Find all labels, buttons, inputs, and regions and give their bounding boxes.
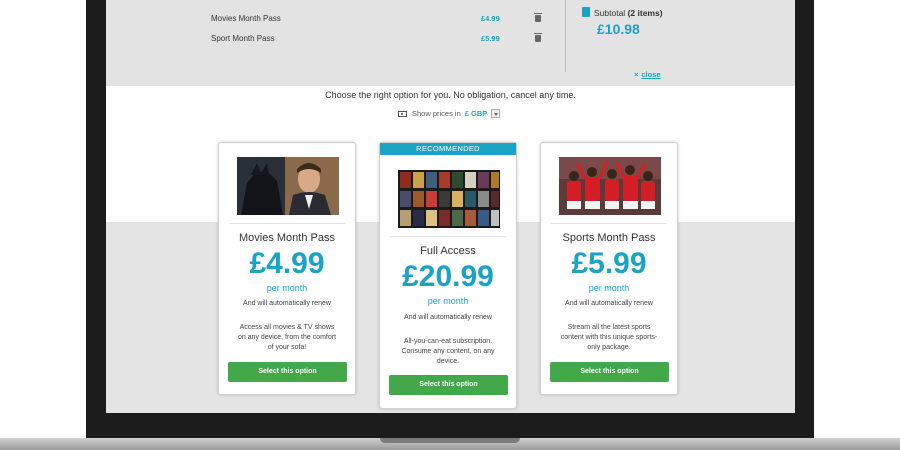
plan-price: £20.99 [402,260,494,293]
cart-divider [565,0,566,72]
plan-price: £5.99 [571,247,647,280]
cart-item: Movies Month Pass £4.99 [211,13,542,23]
plan-card-full-access: RECOMMENDED Full Access £20.99 per month… [379,142,517,409]
plan-description: Access all movies & TV shows on any devi… [237,324,337,351]
close-label[interactable]: close [641,70,660,79]
plan-description: All-you-can-eat subscription. Consume an… [401,338,495,365]
cart-item-name: Movies Month Pass [211,14,281,23]
recommended-badge: RECOMMENDED [380,143,516,155]
plan-card-sports: Sports Month Pass £5.99 per month And wi… [540,142,678,395]
select-option-button[interactable]: Select this option [550,362,669,382]
trash-icon[interactable] [534,13,542,22]
select-option-button[interactable]: Select this option [389,375,508,395]
currency-selector[interactable]: Show prices in £ GBP [398,109,501,118]
movies-thumbnail [237,157,339,215]
laptop-notch [380,438,520,443]
subtotal-count: (2 items) [627,8,663,18]
cart-item-price: £4.99 [481,14,500,23]
cart-item: Sport Month Pass £5.99 [211,33,542,43]
card-divider [390,236,506,237]
plan-renew-note: And will automatically renew [565,300,653,307]
plan-card-movies: Movies Month Pass £4.99 per month And wi… [218,142,356,395]
cart-panel: Movies Month Pass £4.99 Sport Month Pass… [106,0,795,86]
close-icon[interactable]: × [634,70,638,79]
plan-period: per month [427,296,469,306]
plan-period: per month [266,283,308,293]
cash-icon [398,110,407,117]
select-option-button[interactable]: Select this option [228,362,347,382]
plan-title: Sports Month Pass [562,232,656,244]
plan-description: Stream all the latest sports content wit… [560,324,658,351]
currency-value[interactable]: £ GBP [465,109,488,118]
cart-item-name: Sport Month Pass [211,34,275,43]
subtotal-label: Subtotal (2 items) [594,8,663,18]
chevron-down-icon[interactable] [491,109,501,118]
full-access-thumbnail [398,170,500,228]
sports-thumbnail [559,157,661,215]
subtotal-amount: £10.98 [597,21,640,37]
plan-title: Movies Month Pass [239,232,335,244]
card-divider [229,223,345,224]
shopping-bag-icon [582,7,590,17]
plan-renew-note: And will automatically renew [243,300,331,307]
cart-item-price: £5.99 [481,34,500,43]
plan-title: Full Access [420,245,476,257]
plan-period: per month [588,283,630,293]
plan-price: £4.99 [249,247,325,280]
currency-label: Show prices in [412,109,461,118]
trash-icon[interactable] [534,33,542,42]
plan-renew-note: And will automatically renew [404,314,492,321]
tagline: Choose the right option for you. No obli… [325,90,576,100]
laptop-screen: Movies Month Pass £4.99 Sport Month Pass… [106,0,795,413]
close-link[interactable]: × close [634,70,661,79]
subtotal-text: Subtotal [594,8,626,18]
card-divider [551,223,667,224]
